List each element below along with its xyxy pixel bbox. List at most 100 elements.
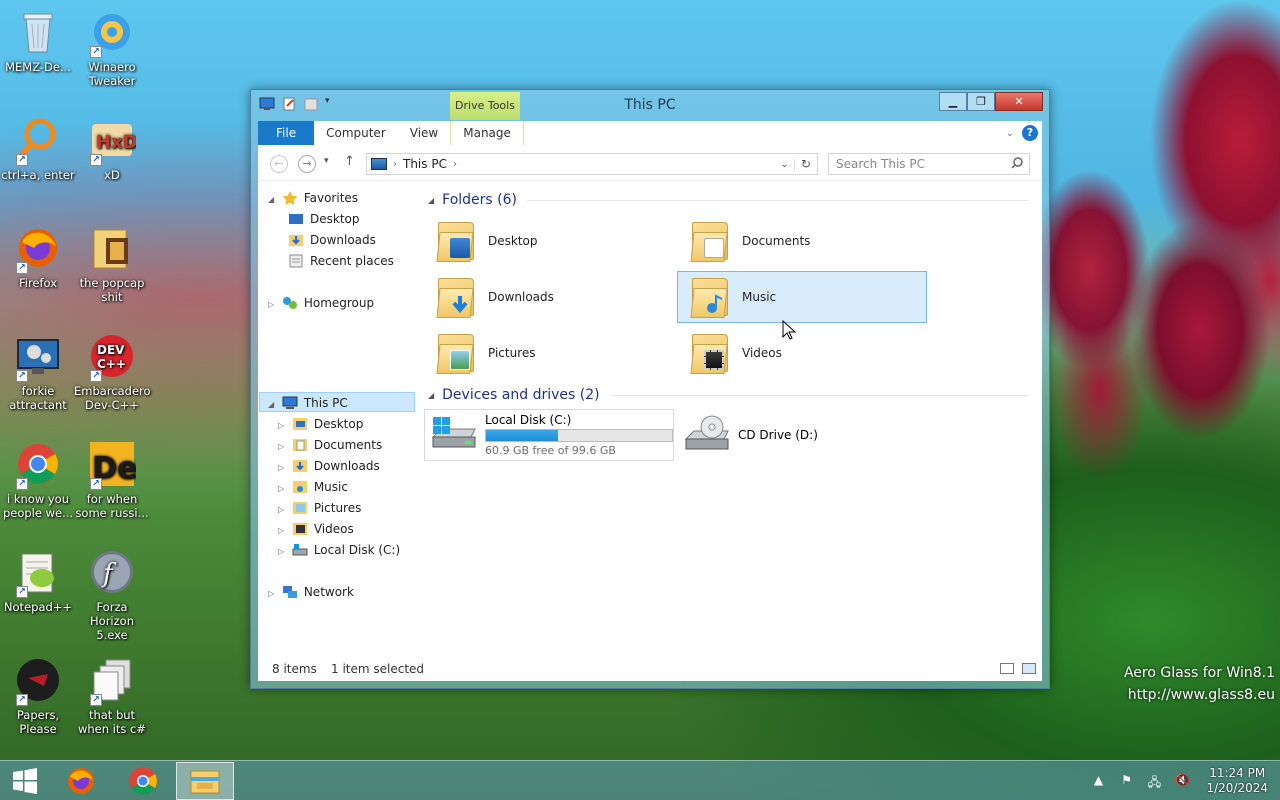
taskbar-chrome[interactable]	[114, 762, 172, 800]
nav-pc-local-disk[interactable]: ▷ Local Disk (C:)	[278, 540, 400, 560]
collapse-group-icon[interactable]: ◢	[428, 196, 434, 205]
system-tray: ▲ ⚑ 🖧 🔇 11:24 PM 1/20/2024	[1084, 761, 1280, 800]
search-input[interactable]: Search This PC	[828, 153, 1030, 175]
collapsed-arrow-icon[interactable]: ▷	[278, 458, 288, 478]
nav-favorites[interactable]: ◢ Favorites	[268, 188, 358, 208]
back-arrow-icon: ←	[274, 157, 284, 170]
large-icons-view-icon[interactable]	[1022, 663, 1036, 674]
desktop-icon-forza[interactable]: f Forza Horizon 5.exe	[74, 548, 150, 642]
taskbar-file-explorer[interactable]	[176, 762, 234, 800]
folder-tile-desktop[interactable]: Desktop	[428, 215, 678, 267]
taskbar-firefox[interactable]	[52, 762, 110, 800]
collapsed-arrow-icon[interactable]: ▷	[278, 416, 288, 436]
nav-fav-downloads[interactable]: Downloads	[288, 230, 376, 250]
videos-icon	[292, 523, 307, 535]
explorer-window[interactable]: ▾ Drive Tools This PC ▁ ❐ ✕ File Compute…	[250, 89, 1050, 689]
nav-pc-videos[interactable]: ▷ Videos	[278, 519, 354, 539]
network-status-icon[interactable]: 🖧	[1146, 773, 1162, 789]
nav-pc-downloads[interactable]: ▷ Downloads	[278, 456, 380, 476]
collapsed-arrow-icon[interactable]: ▷	[278, 437, 288, 457]
collapsed-arrow-icon[interactable]: ▷	[268, 295, 278, 315]
svg-text:C++: C++	[97, 357, 126, 371]
maximize-button[interactable]: ❐	[967, 92, 995, 111]
address-dropdown-icon[interactable]: ⌄	[775, 158, 795, 170]
minimize-button[interactable]: ▁	[939, 92, 967, 111]
desktop-icon-notepadpp[interactable]: ↗ Notepad++	[0, 548, 76, 614]
nav-pc-desktop[interactable]: ▷ Desktop	[278, 414, 363, 434]
back-button[interactable]: ←	[270, 155, 288, 173]
expanded-arrow-icon[interactable]: ◢	[268, 190, 278, 210]
details-view-icon[interactable]	[1000, 663, 1014, 674]
desktop-icon-memz[interactable]: MEMZ-De...	[0, 8, 76, 74]
desktop-icon-popcap[interactable]: the popcap shit	[74, 224, 150, 304]
devices-group-header[interactable]: ◢ Devices and drives (2)	[428, 384, 1028, 406]
drive-tile-cd-drive-d[interactable]: CD Drive (D:)	[678, 409, 928, 461]
breadcrumb-this-pc[interactable]: This PC	[403, 157, 447, 171]
desktop-icon-chrome[interactable]: ↗ i know you people we...	[0, 440, 76, 520]
desktop-icon-devcpp[interactable]: DEV C++ ↗ Embarcadero Dev-C++	[74, 332, 151, 412]
desktop-icon-firefox[interactable]: ↗ Firefox	[0, 224, 76, 290]
collapsed-arrow-icon[interactable]: ▷	[278, 479, 288, 499]
folder-tile-downloads[interactable]: Downloads	[428, 271, 678, 323]
refresh-icon[interactable]: ↻	[795, 157, 817, 171]
aero-glass-watermark: Aero Glass for Win8.1 http://www.glass8.…	[1123, 665, 1275, 703]
folder-tile-pictures[interactable]: Pictures	[428, 327, 678, 379]
nav-fav-desktop[interactable]: Desktop	[288, 209, 360, 229]
drive-tile-local-disk-c[interactable]: Local Disk (C:) 60.9 GB free of 99.6 GB	[424, 409, 674, 461]
help-icon[interactable]: ?	[1022, 125, 1038, 141]
expanded-arrow-icon[interactable]: ◢	[268, 395, 278, 415]
start-button[interactable]	[0, 762, 50, 800]
desktop-icon-forkie[interactable]: ↗ forkie attractant	[0, 332, 76, 412]
cd-drive-icon	[682, 415, 732, 455]
nav-network[interactable]: ▷ Network	[268, 582, 354, 602]
nav-this-pc[interactable]: ◢ This PC	[268, 393, 348, 413]
collapse-group-icon[interactable]: ◢	[428, 391, 434, 400]
volume-muted-icon[interactable]: 🔇	[1174, 773, 1190, 789]
desktop-icon-ctrl-a[interactable]: ↗ ctrl+a, enter	[0, 116, 76, 182]
expand-ribbon-icon[interactable]: ⌄	[1006, 128, 1014, 139]
collapsed-arrow-icon[interactable]: ▷	[278, 500, 288, 520]
forward-button[interactable]: →	[298, 155, 316, 173]
tab-file[interactable]: File	[258, 121, 315, 145]
nav-pc-documents[interactable]: ▷ Documents	[278, 435, 382, 455]
action-center-flag-icon[interactable]: ⚑	[1118, 773, 1134, 789]
tab-manage[interactable]: Manage	[450, 121, 524, 145]
nav-homegroup[interactable]: ▷ Homegroup	[268, 293, 374, 313]
close-button[interactable]: ✕	[995, 92, 1043, 111]
show-hidden-icons-icon[interactable]: ▲	[1090, 773, 1106, 789]
desktop-icon-xd[interactable]: HxD ↗ xD	[74, 116, 150, 182]
firefox-icon: ↗	[14, 224, 62, 274]
folder-tile-documents[interactable]: Documents	[682, 215, 932, 267]
nav-fav-recent-places[interactable]: Recent places	[288, 251, 394, 271]
desktop-icon-papers-please[interactable]: ↗ Papers, Please	[0, 656, 76, 736]
folder-icon	[88, 224, 136, 272]
firefox-icon	[68, 768, 94, 794]
collapsed-arrow-icon[interactable]: ▷	[278, 521, 288, 541]
title-bar[interactable]: ▾ Drive Tools This PC ▁ ❐ ✕	[251, 90, 1049, 120]
folders-group-header[interactable]: ◢ Folders (6)	[428, 189, 1028, 211]
desktop-icon-de[interactable]: De ↗ for when some russi...	[74, 440, 150, 520]
recent-locations-icon[interactable]: ▾	[324, 156, 329, 166]
desktop-icon-that-but[interactable]: ↗ that but when its c#	[74, 656, 150, 736]
tab-computer[interactable]: Computer	[314, 121, 398, 145]
address-bar[interactable]: › This PC › ⌄ ↻	[366, 153, 818, 175]
up-button[interactable]: ↑	[344, 154, 355, 169]
folder-tile-videos[interactable]: Videos	[682, 327, 932, 379]
windows-logo-icon	[13, 768, 37, 794]
hxd-icon: HxD ↗	[88, 116, 138, 166]
breadcrumb-chevron-icon[interactable]: ›	[393, 159, 397, 170]
nav-pc-pictures[interactable]: ▷ Pictures	[278, 498, 361, 518]
nav-pc-music[interactable]: ▷ Music	[278, 477, 348, 497]
breadcrumb-chevron-icon[interactable]: ›	[453, 159, 457, 170]
status-item-count: 8 items	[272, 662, 317, 676]
collapsed-arrow-icon[interactable]: ▷	[278, 542, 288, 562]
taskbar-clock[interactable]: 11:24 PM 1/20/2024	[1206, 766, 1268, 796]
devcpp-icon: DEV C++ ↗	[88, 332, 136, 382]
desktop-icon-winaero[interactable]: ↗ Winaero Tweaker	[74, 8, 150, 88]
collapsed-arrow-icon[interactable]: ▷	[268, 584, 278, 604]
svg-text:DEV: DEV	[97, 343, 125, 357]
this-pc-icon	[371, 158, 387, 170]
folder-tile-music[interactable]: Music	[677, 271, 927, 323]
tab-view[interactable]: View	[398, 121, 450, 145]
music-folder-icon	[688, 274, 732, 320]
